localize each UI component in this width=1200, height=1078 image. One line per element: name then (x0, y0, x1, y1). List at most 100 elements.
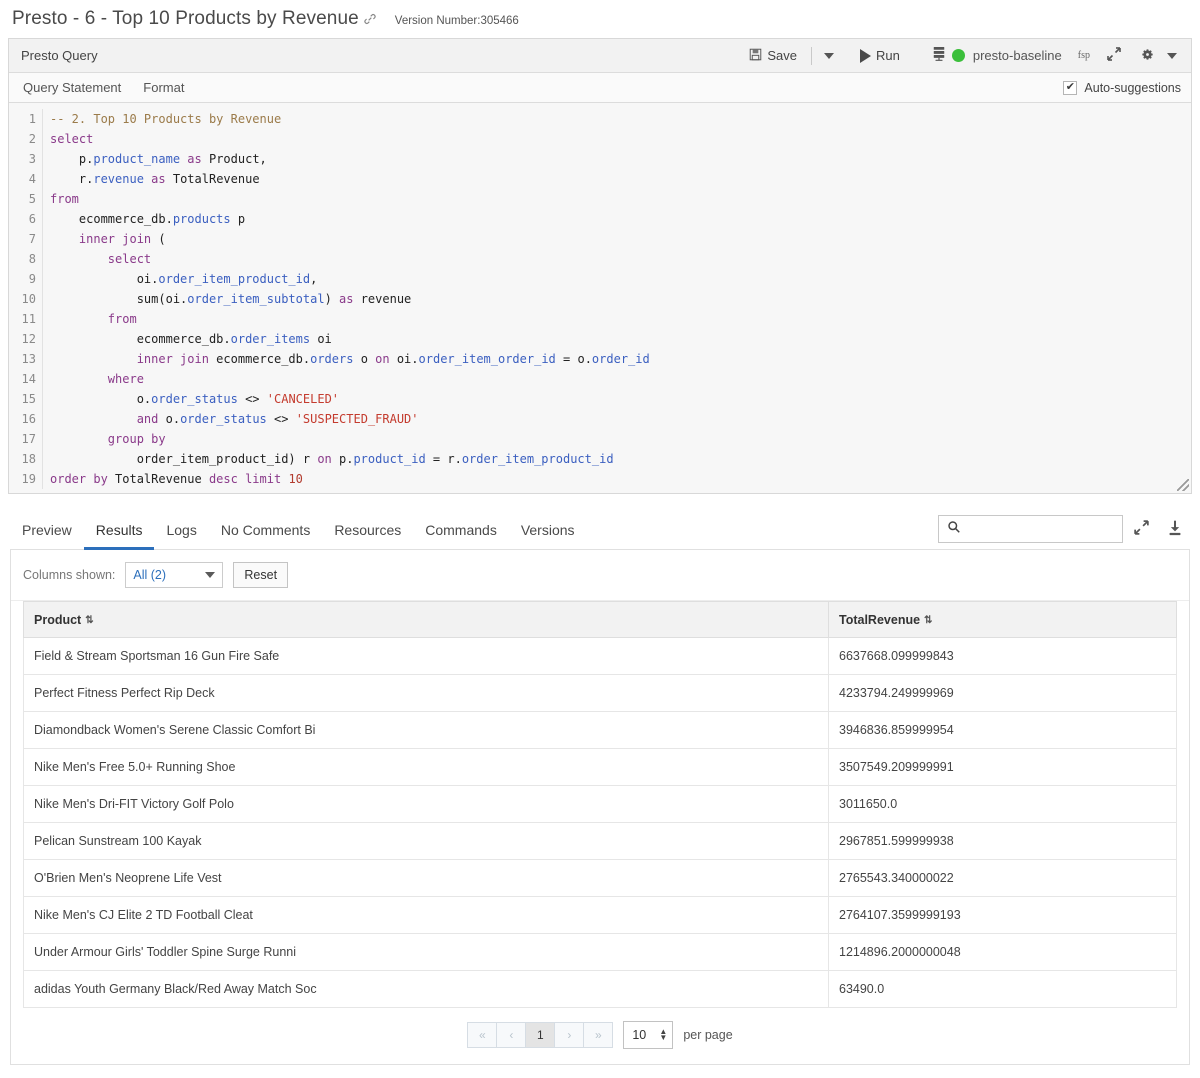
cell-totalrevenue: 2764107.3599999193 (828, 896, 1177, 934)
code-line[interactable]: -- 2. Top 10 Products by Revenue (50, 109, 1191, 129)
line-number: 18 (21, 452, 36, 466)
line-number: 14 (21, 372, 36, 386)
code-line[interactable]: from (50, 309, 1191, 329)
code-token: sum(oi. (50, 292, 188, 306)
code-token: = o. (555, 352, 592, 366)
code-line[interactable]: order_item_product_id) r on p.product_id… (50, 449, 1191, 469)
cell-totalrevenue: 3946836.859999954 (828, 711, 1177, 749)
tab-query-statement[interactable]: Query Statement (23, 80, 121, 95)
column-header-totalrevenue[interactable]: TotalRevenue ⇅ (828, 601, 1177, 638)
code-line[interactable]: select (50, 129, 1191, 149)
save-label: Save (767, 48, 798, 63)
results-tab-resources[interactable]: Resources (322, 522, 413, 550)
results-tab-results[interactable]: Results (83, 522, 155, 550)
code-token: order_item_order_id (418, 352, 556, 366)
next-page-button[interactable]: › (554, 1022, 585, 1048)
prev-page-button[interactable]: ‹ (496, 1022, 527, 1048)
last-page-button[interactable]: » (583, 1022, 614, 1048)
expand-results-button[interactable] (1127, 516, 1156, 542)
sort-icon[interactable]: ⇅ (924, 615, 932, 626)
code-line[interactable]: select (50, 249, 1191, 269)
columns-shown-select[interactable]: All (2) (125, 562, 224, 588)
expand-editor-button[interactable] (1100, 43, 1128, 68)
query-toolbar: Presto Query Save Run presto-baseline fs… (9, 39, 1191, 73)
line-number: 6 (28, 212, 36, 226)
code-token: as (187, 152, 202, 166)
columns-shown-value: All (2) (133, 568, 167, 582)
results-tab-preview[interactable]: Preview (10, 522, 84, 550)
results-tab-no-comments[interactable]: No Comments (209, 522, 322, 550)
code-line[interactable]: inner join ecommerce_db.orders o on oi.o… (50, 349, 1191, 369)
line-number: 7 (28, 232, 36, 246)
code-token: ecommerce_db. (50, 212, 173, 226)
results-tab-commands[interactable]: Commands (413, 522, 509, 550)
code-token: order_item_product_id (158, 272, 311, 286)
download-results-button[interactable] (1160, 516, 1190, 543)
cluster-selector-button[interactable] (926, 43, 952, 68)
search-input[interactable] (968, 520, 1114, 538)
code-line[interactable]: and o.order_status <> 'SUSPECTED_FRAUD' (50, 409, 1191, 429)
code-line[interactable]: group by (50, 429, 1191, 449)
page-header: Presto - 6 - Top 10 Products by Revenue … (0, 0, 1200, 38)
code-token: 'CANCELED' (266, 392, 340, 406)
code-token: o. (158, 412, 181, 426)
code-line[interactable]: o.order_status <> 'CANCELED' (50, 389, 1191, 409)
chevron-down-icon (1167, 52, 1177, 59)
auto-suggestions-checkbox[interactable]: ✔ (1063, 80, 1078, 95)
code-line[interactable]: oi.order_item_product_id, (50, 269, 1191, 289)
results-tab-versions[interactable]: Versions (509, 522, 587, 550)
stepper-icon[interactable]: ▲ ▼ (659, 1028, 667, 1042)
page-number-1[interactable]: 1 (525, 1022, 556, 1048)
code-token: p (230, 212, 246, 226)
save-dropdown-button[interactable] (818, 50, 840, 62)
run-button[interactable]: Run (852, 45, 908, 66)
page-title: Presto - 6 - Top 10 Products by Revenue (12, 8, 359, 29)
code-token: -- 2. Top 10 Products by Revenue (50, 112, 282, 126)
columns-toolbar: Columns shown: All (2) Reset (11, 550, 1189, 601)
first-page-button[interactable]: « (467, 1022, 498, 1048)
results-tab-logs[interactable]: Logs (154, 522, 208, 550)
code-line[interactable]: inner join ( (50, 229, 1191, 249)
code-line[interactable]: p.product_name as Product, (50, 149, 1191, 169)
code-token: ) (324, 292, 340, 306)
sql-code[interactable]: -- 2. Top 10 Products by Revenue select p… (43, 109, 1191, 489)
auto-suggestions-toggle[interactable]: ✔ Auto-suggestions (1063, 80, 1181, 95)
code-token: order_id (591, 352, 650, 366)
code-line[interactable]: where (50, 369, 1191, 389)
settings-dropdown-button[interactable] (1161, 50, 1183, 62)
line-number-gutter: 1 2 3 4 5 6 7 8 9 10 11 12 13 14 15 16 17 18 19 (9, 109, 43, 489)
sort-icon[interactable]: ⇅ (85, 615, 93, 626)
editor-tabbar: Query Statement Format ✔ Auto-suggestion… (9, 73, 1191, 103)
code-token: on (317, 452, 332, 466)
tab-format[interactable]: Format (143, 80, 184, 95)
code-token: as (151, 172, 166, 186)
settings-button[interactable] (1134, 44, 1161, 68)
per-page-select[interactable]: 10 ▲ ▼ (623, 1021, 674, 1049)
search-icon (947, 520, 961, 539)
results-search[interactable] (938, 515, 1123, 543)
code-line[interactable]: r.revenue as TotalRevenue (50, 169, 1191, 189)
editor-resize-handle[interactable] (1177, 479, 1189, 491)
code-line[interactable]: from (50, 189, 1191, 209)
table-row: Perfect Fitness Perfect Rip Deck 4233794.… (23, 674, 1177, 712)
reset-columns-button[interactable]: Reset (233, 562, 289, 588)
code-line[interactable]: ecommerce_db.order_items oi (50, 329, 1191, 349)
code-line[interactable]: ecommerce_db.products p (50, 209, 1191, 229)
server-stack-icon (932, 46, 946, 65)
status-dot-green (951, 49, 965, 62)
code-token: order by (50, 472, 108, 486)
code-token: on (375, 352, 390, 366)
code-line[interactable]: order by TotalRevenue desc limit 10 (50, 469, 1191, 489)
code-line[interactable]: sum(oi.order_item_subtotal) as revenue (50, 289, 1191, 309)
sql-editor[interactable]: 1 2 3 4 5 6 7 8 9 10 11 12 13 14 15 16 17 18 19 -- 2. Top … (9, 103, 1191, 493)
column-header-product[interactable]: Product ⇅ (23, 601, 829, 638)
cell-totalrevenue: 1214896.2000000048 (828, 933, 1177, 971)
line-number: 3 (28, 152, 36, 166)
link-icon[interactable] (363, 12, 377, 26)
code-token: product_id (353, 452, 426, 466)
code-token: 'SUSPECTED_FRAUD' (295, 412, 419, 426)
table-row: Nike Men's CJ Elite 2 TD Football Cleat 2… (23, 896, 1177, 934)
cell-totalrevenue: 2967851.599999938 (828, 822, 1177, 860)
save-button[interactable]: Save (741, 45, 805, 67)
